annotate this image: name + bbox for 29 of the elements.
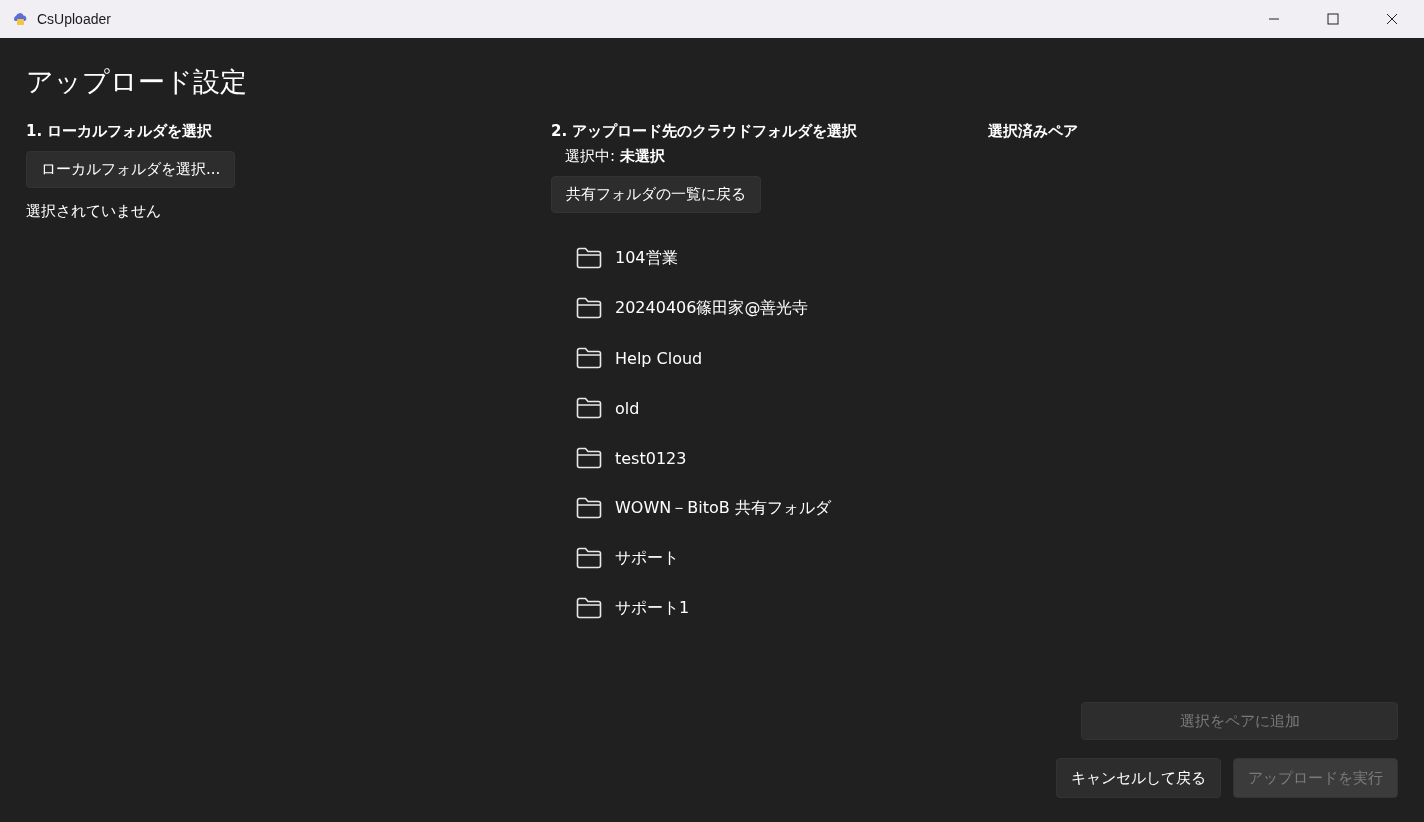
folder-item[interactable]: 104営業 xyxy=(551,233,831,283)
page-title: アップロード設定 xyxy=(26,65,248,99)
back-to-shared-folders-button[interactable]: 共有フォルダの一覧に戻る xyxy=(551,176,761,213)
folder-item[interactable]: Help Cloud xyxy=(551,333,831,383)
folder-icon xyxy=(576,597,602,619)
current-selection: 選択中: 未選択 xyxy=(565,147,665,166)
maximize-icon[interactable] xyxy=(1327,13,1339,25)
close-icon[interactable] xyxy=(1386,13,1398,25)
cancel-button[interactable]: キャンセルして戻る xyxy=(1056,758,1221,798)
folder-icon xyxy=(576,247,602,269)
window-title: CsUploader xyxy=(37,11,111,27)
folder-item[interactable]: WOWN－BitoB 共有フォルダ xyxy=(551,483,831,533)
select-local-folder-button[interactable]: ローカルフォルダを選択... xyxy=(26,151,236,188)
folder-item[interactable]: サポート xyxy=(551,533,831,583)
cloud-folder-icon xyxy=(12,11,28,27)
folder-item[interactable]: test0123 xyxy=(551,433,831,483)
folder-icon xyxy=(576,547,602,569)
folder-item[interactable]: 20240406篠田家@善光寺 xyxy=(551,283,831,333)
folder-icon xyxy=(576,397,602,419)
section-heading: 選択済みペア xyxy=(988,122,1078,141)
folder-icon xyxy=(576,347,602,369)
folder-item[interactable]: old xyxy=(551,383,831,433)
selection-status: 選択されていません xyxy=(26,202,161,221)
folder-icon xyxy=(576,497,602,519)
section-heading: 2. アップロード先のクラウドフォルダを選択 xyxy=(551,122,858,141)
folder-icon xyxy=(576,297,602,319)
section-heading: 1. ローカルフォルダを選択 xyxy=(26,122,213,141)
folder-item[interactable]: サポート1 xyxy=(551,583,831,633)
folder-icon xyxy=(576,447,602,469)
